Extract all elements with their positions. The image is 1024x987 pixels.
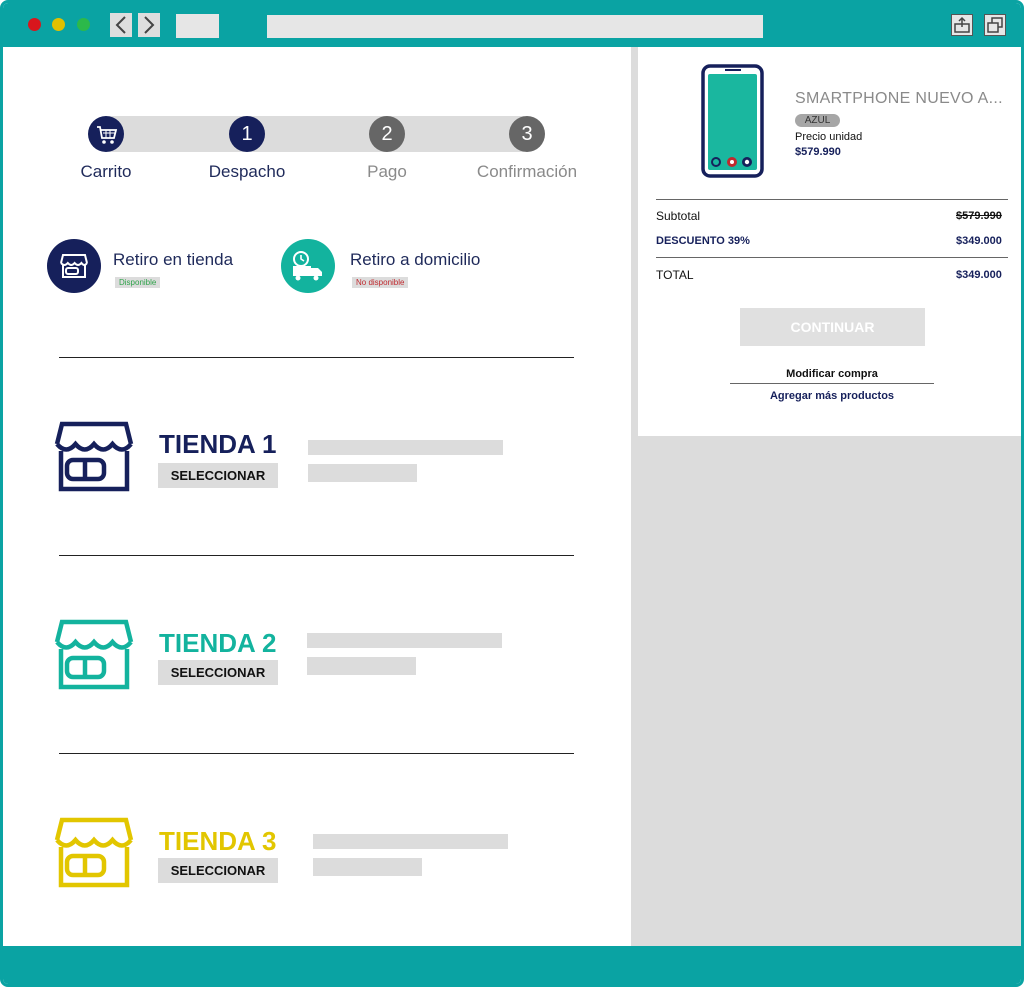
checkout-progress-track <box>105 116 527 152</box>
select-store-button[interactable]: SELECCIONAR <box>158 660 278 685</box>
share-button[interactable] <box>951 14 973 36</box>
store-name: TIENDA 3 <box>159 826 277 856</box>
store-hours-placeholder <box>313 858 422 876</box>
chevron-right-icon <box>144 16 155 34</box>
divider <box>59 753 574 754</box>
step-2-marker[interactable]: 2 <box>369 116 405 152</box>
home-delivery-option[interactable] <box>281 239 335 293</box>
cart-icon <box>97 126 118 144</box>
browser-toolbar <box>3 3 1021 47</box>
share-icon <box>954 16 970 33</box>
add-more-products-link[interactable]: Agregar más productos <box>730 390 934 402</box>
store-hours-placeholder <box>308 464 417 482</box>
store-icon <box>54 817 134 888</box>
window-restore-icon <box>987 17 1003 33</box>
divider <box>59 555 574 556</box>
divider <box>59 357 574 358</box>
chevron-left-icon <box>115 16 126 34</box>
summary-divider <box>656 257 1008 258</box>
footer-bar <box>3 946 1021 984</box>
step-3-marker[interactable]: 3 <box>509 116 545 152</box>
store-name: TIENDA 1 <box>159 429 277 459</box>
store-icon <box>60 254 88 278</box>
step-cart-marker[interactable] <box>88 116 124 152</box>
store-icon <box>54 619 134 690</box>
store-address-placeholder <box>313 834 508 849</box>
discount-value: $349.000 <box>956 235 1002 247</box>
home-delivery-status-badge: No disponible <box>352 277 409 288</box>
step-3-label: Confirmación <box>476 162 578 181</box>
step-1-label: Despacho <box>208 162 286 181</box>
summary-divider <box>656 199 1008 200</box>
close-window-button[interactable] <box>28 18 41 31</box>
forward-button[interactable] <box>138 13 160 37</box>
store-address-placeholder <box>307 633 502 648</box>
home-delivery-title[interactable]: Retiro a domicilio <box>350 250 480 270</box>
store-hours-placeholder <box>307 657 416 675</box>
product-name[interactable]: SMARTPHONE NUEVO A... <box>795 90 1003 108</box>
total-label: TOTAL <box>656 268 694 282</box>
product-color-badge: AZUL <box>795 114 840 127</box>
discount-label: DESCUENTO 39% <box>656 235 750 247</box>
total-value: $349.000 <box>956 269 1002 281</box>
browser-window: 1 2 3 Carrito Despacho Pago Confirmación… <box>0 0 1024 987</box>
step-2-label: Pago <box>367 162 407 181</box>
store-name: TIENDA 2 <box>159 628 277 658</box>
subtotal-value: $579.990 <box>956 210 1002 222</box>
unit-price-label: Precio unidad <box>795 131 863 143</box>
address-bar[interactable] <box>267 15 763 38</box>
store-pickup-status-badge: Disponible <box>115 277 161 288</box>
browser-tab[interactable] <box>176 14 219 38</box>
smartphone-product-image <box>701 64 764 178</box>
delivery-truck-icon <box>293 251 322 281</box>
minimize-window-button[interactable] <box>52 18 65 31</box>
step-1-marker[interactable]: 1 <box>229 116 265 152</box>
store-icon <box>54 421 134 492</box>
select-store-button[interactable]: SELECCIONAR <box>158 858 278 883</box>
select-store-button[interactable]: SELECCIONAR <box>158 463 278 488</box>
subtotal-label: Subtotal <box>656 209 701 223</box>
continue-button[interactable]: CONTINUAR <box>740 308 925 346</box>
restore-window-button[interactable] <box>984 14 1006 36</box>
maximize-window-button[interactable] <box>77 18 90 31</box>
unit-price-value: $579.990 <box>795 146 841 158</box>
step-cart-label: Carrito <box>80 162 132 181</box>
links-divider <box>730 383 934 384</box>
back-button[interactable] <box>110 13 132 37</box>
store-pickup-option[interactable] <box>47 239 101 293</box>
store-pickup-title[interactable]: Retiro en tienda <box>113 250 233 270</box>
store-address-placeholder <box>308 440 503 455</box>
modify-purchase-link[interactable]: Modificar compra <box>730 368 934 380</box>
